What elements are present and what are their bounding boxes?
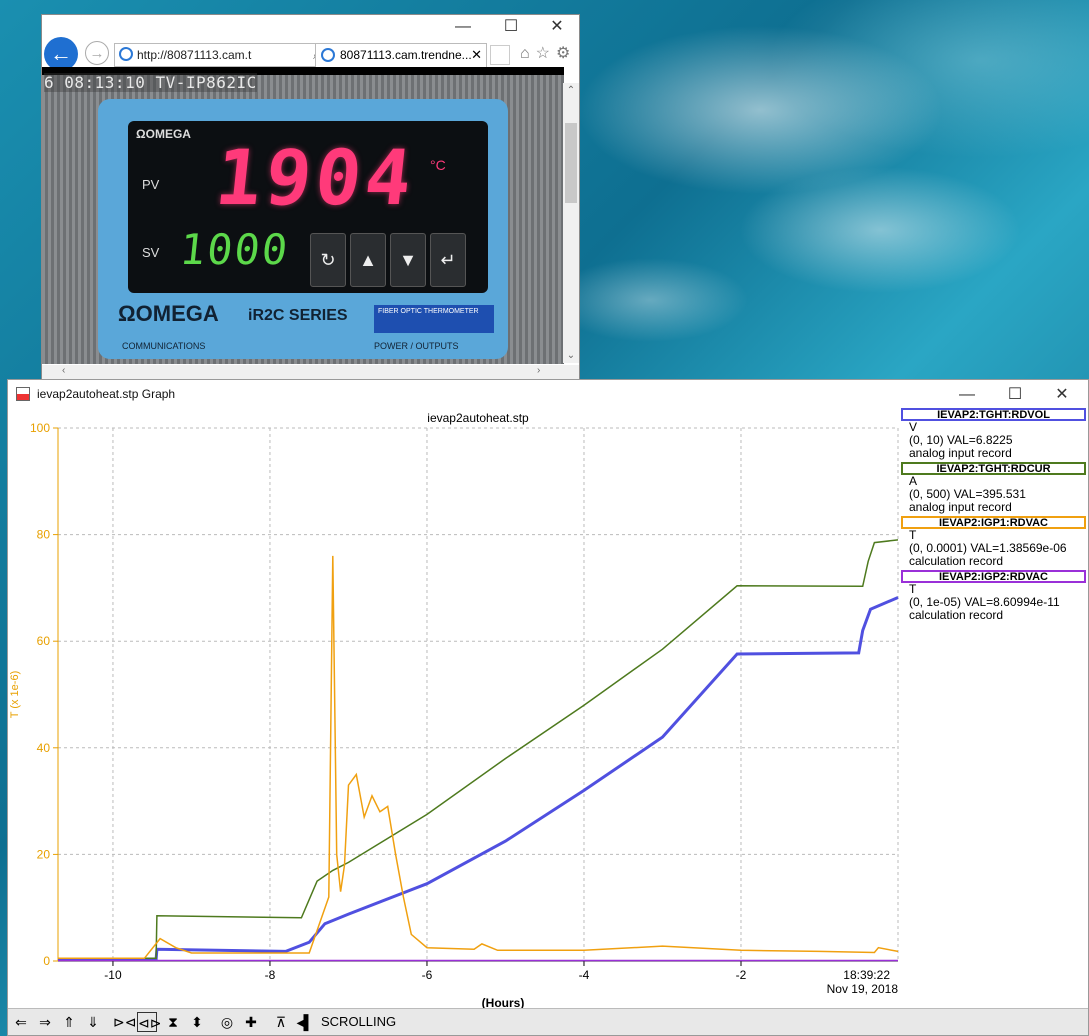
pv-label: PV	[142, 177, 160, 192]
maximize-button[interactable]: ☐	[488, 15, 534, 39]
series-line	[58, 539, 899, 960]
end-date-label: Nov 19, 2018	[827, 982, 899, 996]
scroll-thumb[interactable]	[565, 123, 577, 203]
back-button[interactable]: ←	[44, 37, 78, 71]
scroll-down-icon[interactable]: ⌄	[563, 350, 579, 361]
legend-pv-name[interactable]: IEVAP2:IGP1:RDVAC	[901, 516, 1086, 529]
address-text: http://80871113.cam.t	[137, 48, 252, 62]
legend-pv-name[interactable]: IEVAP2:IGP2:RDVAC	[901, 570, 1086, 583]
controller-keys: ↻ ▲ ▼ ↵	[310, 233, 470, 287]
brand-series: iR2C SERIES	[248, 307, 348, 324]
tab-close-icon[interactable]: ✕	[471, 44, 482, 66]
sv-value: 1000	[177, 225, 292, 274]
legend-record-type: calculation record	[909, 554, 1004, 568]
legend-record-type: analog input record	[909, 500, 1012, 514]
legend-entry[interactable]: IEVAP2:TGHT:RDCUR A (0, 500) VAL=395.531 an…	[901, 462, 1086, 514]
browser-window: — ☐ ✕ ← → http://80871113.cam.t ⌕▾↻ 8087…	[41, 14, 580, 380]
graph-minimize-button[interactable]: —	[944, 382, 990, 408]
chart-title: ievap2autoheat.stp	[427, 411, 529, 425]
browser-tab[interactable]: 80871113.cam.trendne... ✕	[315, 43, 487, 67]
pan-down-button[interactable]: ⇓	[83, 1012, 103, 1032]
graph-close-button[interactable]: ✕	[1039, 382, 1085, 408]
y-tick-label: 20	[37, 847, 51, 861]
add-icon[interactable]: ✚	[241, 1012, 261, 1032]
x-tick-label: -4	[579, 968, 590, 982]
y-tick-label: 100	[30, 421, 50, 435]
zoom-out-x-button[interactable]: ⊲⊳	[137, 1012, 161, 1032]
app-icon	[16, 387, 30, 401]
brand-logo: ΩOMEGA	[118, 301, 219, 326]
graph-window: ievap2autoheat.stp Graph — ☐ ✕ ievap2aut…	[7, 379, 1089, 1036]
forward-button[interactable]: →	[85, 41, 109, 65]
graph-titlebar: ievap2autoheat.stp Graph — ☐ ✕	[8, 380, 1088, 410]
reset-icon[interactable]: ◎	[217, 1012, 237, 1032]
camera-timestamp: 6 08:13:10 TV-IP862IC	[44, 73, 257, 92]
x-tick-label: -6	[422, 968, 433, 982]
pv-unit: °C	[430, 157, 446, 173]
y-tick-label: 40	[37, 741, 51, 755]
pan-up-button[interactable]: ⇑	[59, 1012, 79, 1032]
temperature-controller: ΩOMEGA PV SV 1904 °C 1000 ↻ ▲ ▼ ↵ ΩOMEGA iR…	[98, 99, 508, 359]
vertical-scrollbar[interactable]: ⌃ ⌄	[563, 83, 579, 363]
camera-view: 6 08:13:10 TV-IP862IC ΩOMEGA PV SV 1904 …	[42, 67, 564, 364]
legend-pv-name[interactable]: IEVAP2:TGHT:RDCUR	[901, 462, 1086, 475]
x-tick-label: -2	[736, 968, 747, 982]
pan-left-button[interactable]: ⇐	[11, 1012, 31, 1032]
legend-record-type: calculation record	[909, 608, 1004, 622]
y-axis-label: T (x 1e-6)	[9, 671, 21, 718]
mode-label: SCROLLING	[321, 1014, 397, 1029]
horizontal-scrollbar[interactable]: ‹ ›	[42, 365, 579, 379]
scroll-up-icon[interactable]: ⌃	[563, 85, 579, 96]
pan-right-button[interactable]: ⇒	[35, 1012, 55, 1032]
pv-value: 1904	[211, 133, 420, 222]
controller-display: ΩOMEGA PV SV 1904 °C 1000 ↻ ▲ ▼ ↵	[128, 121, 488, 293]
legend-pv-name[interactable]: IEVAP2:TGHT:RDVOL	[901, 408, 1086, 421]
browser-titlebar: — ☐ ✕	[42, 15, 579, 39]
scroll-right-icon[interactable]: ›	[537, 365, 540, 376]
zoom-in-y-button[interactable]: ⧗	[163, 1012, 183, 1032]
y-tick-label: 60	[37, 634, 51, 648]
end-time-label: 18:39:22	[843, 968, 890, 982]
x-tick-label: -8	[265, 968, 276, 982]
graph-window-title: ievap2autoheat.stp Graph	[37, 387, 176, 401]
communications-label: COMMUNICATIONS	[122, 341, 206, 351]
graph-toolbar: ⇐ ⇒ ⇑ ⇓ ⊳⊲ ⊲⊳ ⧗ ⬍ ◎ ✚ ⊼ ◂▌ SCROLLING	[8, 1008, 1088, 1035]
sv-label: SV	[142, 245, 160, 260]
ie-tab-icon	[321, 48, 335, 62]
toolbar-icons[interactable]: ⌂☆⚙	[520, 43, 576, 63]
legend-record-type: analog input record	[909, 446, 1012, 460]
legend-entry[interactable]: IEVAP2:IGP2:RDVAC T (0, 1e-05) VAL=8.60994…	[901, 570, 1086, 622]
zoom-in-x-button[interactable]: ⊳⊲	[113, 1012, 136, 1032]
controller-logo: ΩOMEGA	[136, 127, 191, 141]
zoom-out-y-button[interactable]: ⬍	[187, 1012, 207, 1032]
fiber-optic-label: FIBER OPTIC THERMOMETER	[374, 305, 494, 333]
enter-key-icon: ↵	[430, 233, 466, 287]
legend-entry[interactable]: IEVAP2:IGP1:RDVAC T (0, 0.0001) VAL=1.3856…	[901, 516, 1086, 568]
tab-title: 80871113.cam.trendne...	[340, 48, 472, 62]
x-tick-label: -10	[104, 968, 122, 982]
controller-brand-strip: ΩOMEGA iR2C SERIES FIBER OPTIC THERMOMET…	[98, 295, 508, 359]
scroll-mode-icon[interactable]: ◂▌	[295, 1012, 315, 1032]
scroll-left-icon[interactable]: ‹	[62, 365, 65, 376]
cycle-key-icon: ↻	[310, 233, 346, 287]
up-key-icon: ▲	[350, 233, 386, 287]
y-tick-label: 0	[43, 954, 50, 968]
new-tab-button[interactable]	[490, 45, 510, 65]
plot-area[interactable]: ievap2autoheat.stp 0 20 40 60 80 100 -10 -8 -6 -4 -…	[8, 410, 900, 1010]
autoscale-icon[interactable]: ⊼	[271, 1012, 291, 1032]
series-line	[58, 555, 899, 960]
graph-maximize-button[interactable]: ☐	[992, 382, 1038, 408]
down-key-icon: ▼	[390, 233, 426, 287]
minimize-button[interactable]: —	[440, 15, 486, 39]
legend: IEVAP2:TGHT:RDVOL V (0, 10) VAL=6.8225 anal…	[901, 408, 1086, 624]
close-button[interactable]: ✕	[534, 15, 580, 39]
power-outputs-label: POWER / OUTPUTS	[374, 341, 459, 351]
legend-entry[interactable]: IEVAP2:TGHT:RDVOL V (0, 10) VAL=6.8225 anal…	[901, 408, 1086, 460]
ie-icon	[119, 47, 133, 61]
y-tick-label: 80	[37, 528, 51, 542]
